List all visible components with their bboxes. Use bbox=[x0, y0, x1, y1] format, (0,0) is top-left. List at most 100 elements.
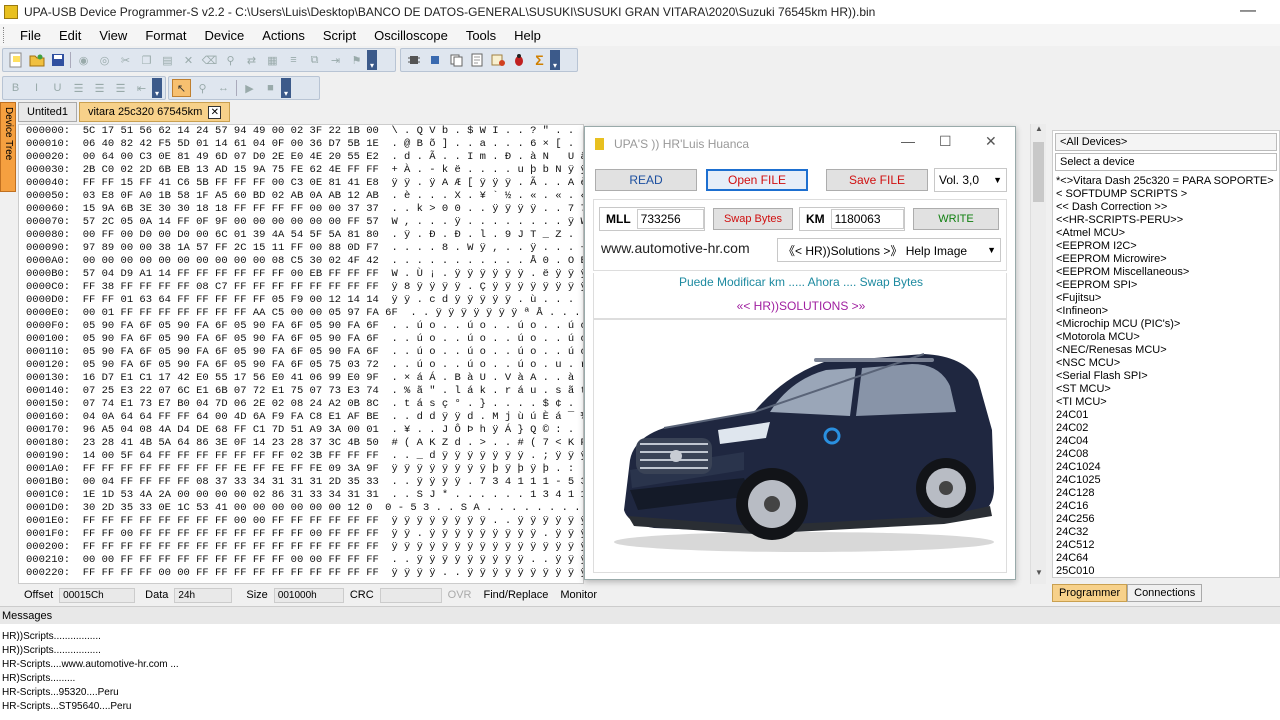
read-button[interactable]: READ bbox=[595, 169, 697, 191]
solutions-select[interactable]: 《< HR))Solutions >》 Help Image ▼ bbox=[777, 238, 1001, 262]
device-list-item[interactable]: <EEPROM Miscellaneous> bbox=[1053, 266, 1279, 279]
device-list-item[interactable]: <Serial Flash SPI> bbox=[1053, 370, 1279, 383]
device-list-item[interactable]: 24C01 bbox=[1053, 409, 1279, 422]
document-icon[interactable] bbox=[467, 51, 486, 69]
open-file-button[interactable]: Open FILE bbox=[706, 169, 808, 191]
menu-tools[interactable]: Tools bbox=[457, 28, 505, 43]
device-list-item[interactable]: <Motorola MCU> bbox=[1053, 331, 1279, 344]
cut-icon[interactable]: ✂ bbox=[116, 51, 135, 69]
run-icon[interactable]: ▶ bbox=[240, 79, 259, 97]
new-file-icon[interactable] bbox=[6, 51, 25, 69]
device-list-item[interactable]: 24C02 bbox=[1053, 422, 1279, 435]
tools-toolbar-overflow-icon[interactable]: ▾ bbox=[281, 78, 291, 98]
device-list-item[interactable]: <Infineon> bbox=[1053, 305, 1279, 318]
read-device-icon[interactable]: ◉ bbox=[74, 51, 93, 69]
device-list-item[interactable]: 24C64 bbox=[1053, 552, 1279, 565]
device-list-item[interactable]: <EEPROM Microwire> bbox=[1053, 253, 1279, 266]
tab-untitled[interactable]: Untited1 bbox=[18, 102, 77, 122]
menu-help[interactable]: Help bbox=[505, 28, 550, 43]
hex-row[interactable]: 000140: 07 25 E3 22 07 6C E1 6B 07 72 E1… bbox=[19, 385, 583, 398]
bug-icon[interactable] bbox=[509, 51, 528, 69]
hex-row[interactable]: 000190: 14 00 5F 64 FF FF FF FF FF FF FF… bbox=[19, 450, 583, 463]
chip-select-icon[interactable] bbox=[425, 51, 444, 69]
hex-scrollbar[interactable]: ▲ ▼ bbox=[1030, 124, 1046, 584]
device-list-item[interactable]: <Fujitsu> bbox=[1053, 292, 1279, 305]
device-list-item[interactable]: 24C32 bbox=[1053, 526, 1279, 539]
tab-vitara[interactable]: vitara 25c320 67545km ✕ bbox=[78, 102, 231, 122]
device-list-item[interactable]: *<>Vitara Dash 25c320 = PARA SOPORTE> bbox=[1053, 175, 1279, 188]
device-list-item[interactable]: 24C1025 bbox=[1053, 474, 1279, 487]
hex-row[interactable]: 0001F0: FF FF 00 FF FF FF FF FF FF FF FF… bbox=[19, 528, 583, 541]
write-button[interactable]: WRITE bbox=[913, 208, 999, 230]
script-icon[interactable] bbox=[488, 51, 507, 69]
hex-row[interactable]: 000100: 05 90 FA 6F 05 90 FA 6F 05 90 FA… bbox=[19, 333, 583, 346]
all-devices-select[interactable]: <All Devices> bbox=[1055, 133, 1277, 151]
hex-row[interactable]: 000070: 57 2C 05 0A 14 FF 0F 9F 00 00 00… bbox=[19, 216, 583, 229]
vol-select[interactable]: Vol. 3,0 ▼ bbox=[934, 168, 1007, 192]
device-list-item[interactable]: 24C256 bbox=[1053, 513, 1279, 526]
device-list-item[interactable]: <Microchip MCU (PIC's)> bbox=[1053, 318, 1279, 331]
format-toolbar-overflow-icon[interactable]: ▾ bbox=[152, 78, 162, 98]
device-list-item[interactable]: <TI MCU> bbox=[1053, 396, 1279, 409]
tab-programmer[interactable]: Programmer bbox=[1052, 584, 1128, 602]
hex-row[interactable]: 000220: FF FF FF FF 00 00 FF FF FF FF FF… bbox=[19, 567, 583, 580]
device-list-item[interactable]: << Dash Correction >> bbox=[1053, 201, 1279, 214]
bold-icon[interactable]: B bbox=[6, 79, 25, 97]
menu-edit[interactable]: Edit bbox=[50, 28, 90, 43]
menu-device[interactable]: Device bbox=[195, 28, 253, 43]
hex-row[interactable]: 000090: 97 89 00 00 38 1A 57 FF 2C 15 11… bbox=[19, 242, 583, 255]
mll-input[interactable]: 733256 bbox=[636, 209, 704, 229]
device-list-item[interactable]: <EEPROM I2C> bbox=[1053, 240, 1279, 253]
swap-bytes-button[interactable]: Swap Bytes bbox=[713, 208, 793, 230]
chip-icon[interactable] bbox=[404, 51, 423, 69]
hex-row[interactable]: 000000: 5C 17 51 56 62 14 24 57 94 49 00… bbox=[19, 125, 583, 138]
device-list-item[interactable]: <<HR-SCRIPTS-PERU>> bbox=[1053, 214, 1279, 227]
device-list-item[interactable]: <EEPROM SPI> bbox=[1053, 279, 1279, 292]
open-folder-icon[interactable] bbox=[27, 51, 46, 69]
tab-connections[interactable]: Connections bbox=[1127, 584, 1203, 602]
sum-icon[interactable]: Σ bbox=[530, 51, 549, 69]
checksum-icon[interactable]: ≡ bbox=[284, 51, 303, 69]
hex-row[interactable]: 000010: 06 40 82 42 F5 5D 01 14 61 04 0F… bbox=[19, 138, 583, 151]
fill-icon[interactable]: ▦ bbox=[263, 51, 282, 69]
hex-row[interactable]: 000180: 23 28 41 4B 5A 64 86 3E 0F 14 23… bbox=[19, 437, 583, 450]
hex-row[interactable]: 0000C0: FF 38 FF FF FF FF 08 C7 FF FF FF… bbox=[19, 281, 583, 294]
compare-icon[interactable]: ⧉ bbox=[305, 51, 324, 69]
hex-row[interactable]: 0000B0: 57 04 D9 A1 14 FF FF FF FF FF FF… bbox=[19, 268, 583, 281]
hex-row[interactable]: 000040: FF FF 15 FF 41 C6 5B FF FF FF 00… bbox=[19, 177, 583, 190]
device-list-item[interactable]: < SOFTDUMP SCRIPTS > bbox=[1053, 188, 1279, 201]
menu-format[interactable]: Format bbox=[136, 28, 195, 43]
menu-oscilloscope[interactable]: Oscilloscope bbox=[365, 28, 457, 43]
hex-row[interactable]: 0000F0: 05 90 FA 6F 05 90 FA 6F 05 90 FA… bbox=[19, 320, 583, 333]
hex-row[interactable]: 000120: 05 90 FA 6F 05 90 FA 6F 05 90 FA… bbox=[19, 359, 583, 372]
device-list-item[interactable]: <ST MCU> bbox=[1053, 383, 1279, 396]
hex-row[interactable]: 000130: 16 D7 E1 C1 17 42 E0 55 17 56 E0… bbox=[19, 372, 583, 385]
verify-icon[interactable]: ◎ bbox=[95, 51, 114, 69]
device-list-item[interactable]: 24C128 bbox=[1053, 487, 1279, 500]
hex-row[interactable]: 000050: 03 E8 0F A0 1B 58 1F A5 60 BD 02… bbox=[19, 190, 583, 203]
hex-row[interactable]: 0000D0: FF FF 01 63 64 FF FF FF FF FF 05… bbox=[19, 294, 583, 307]
bookmark-icon[interactable]: ⚑ bbox=[347, 51, 366, 69]
hex-row[interactable]: 0000A0: 00 00 00 00 00 00 00 00 00 00 08… bbox=[19, 255, 583, 268]
copy-icon[interactable]: ❐ bbox=[137, 51, 156, 69]
hex-row[interactable]: 0000E0: 00 01 FF FF FF FF FF FF FF AA C5… bbox=[19, 307, 583, 320]
align-center-icon[interactable]: ☰ bbox=[90, 79, 109, 97]
dialog-maximize-icon[interactable]: ☐ bbox=[939, 133, 952, 150]
device-list-item[interactable]: 24C08 bbox=[1053, 448, 1279, 461]
menu-view[interactable]: View bbox=[90, 28, 136, 43]
menu-file[interactable]: File bbox=[11, 28, 50, 43]
underline-icon[interactable]: U bbox=[48, 79, 67, 97]
hex-row[interactable]: 0001B0: 00 04 FF FF FF FF 08 37 33 34 31… bbox=[19, 476, 583, 489]
hex-row[interactable]: 000150: 07 74 E1 73 E7 B0 04 7D 06 2E 02… bbox=[19, 398, 583, 411]
hex-editor[interactable]: 000000: 5C 17 51 56 62 14 24 57 94 49 00… bbox=[18, 124, 584, 584]
device-list-item[interactable]: 24C16 bbox=[1053, 500, 1279, 513]
align-right-icon[interactable]: ☰ bbox=[111, 79, 130, 97]
device-list-item[interactable]: <NSC MCU> bbox=[1053, 357, 1279, 370]
hex-row[interactable]: 000160: 04 0A 64 64 FF FF 64 00 4D 6A F9… bbox=[19, 411, 583, 424]
device-list-item[interactable]: 25C010 bbox=[1053, 565, 1279, 578]
hex-row[interactable]: 000110: 05 90 FA 6F 05 90 FA 6F 05 90 FA… bbox=[19, 346, 583, 359]
device-search-input[interactable]: Select a device bbox=[1055, 153, 1277, 171]
scroll-thumb[interactable] bbox=[1033, 142, 1044, 202]
close-tab-icon[interactable]: ✕ bbox=[208, 106, 222, 119]
device-list-item[interactable]: <Atmel MCU> bbox=[1053, 227, 1279, 240]
